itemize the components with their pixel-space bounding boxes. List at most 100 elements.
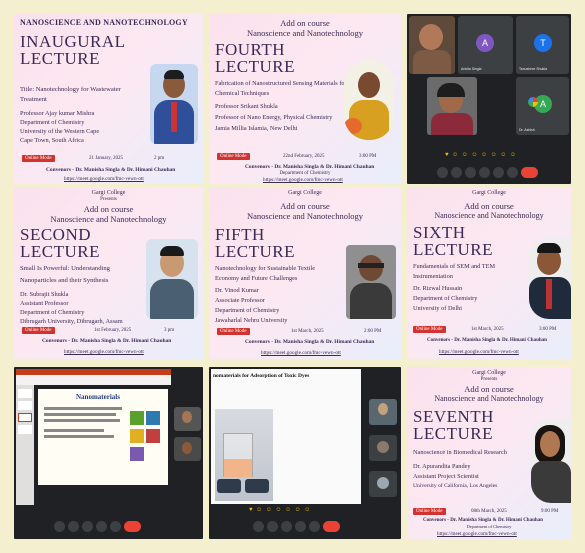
reaction-bar[interactable]: ♥ ☺ ☺ ☺ ☺ ☺ ☺ <box>249 507 311 513</box>
participant-video <box>369 471 397 497</box>
more-button[interactable] <box>309 521 320 532</box>
mic-button[interactable] <box>437 167 448 178</box>
college-name: Gargi College <box>91 190 126 196</box>
camera-button[interactable] <box>68 521 79 532</box>
speaker-photo <box>346 245 396 319</box>
video-tile-1 <box>409 16 455 74</box>
present-button[interactable] <box>493 167 504 178</box>
presentation-screen-share: Nanomaterials <box>14 367 203 539</box>
mode-chip: Online Mode <box>22 327 55 334</box>
captions-button[interactable] <box>82 521 93 532</box>
speaker-dept: Department of Chemistry <box>20 309 85 316</box>
talk-title-2: Chemical Techniques <box>215 90 270 97</box>
convenors: Convenors - Dr. Manisha Singla & Dr. Him… <box>245 339 375 345</box>
lecture-title-line2: LECTURE <box>215 57 295 76</box>
course-name: Nanoscience and Nanotechnology <box>434 211 544 220</box>
course-name: Nanoscience and Nanotechnology <box>434 394 544 403</box>
speaker-univ: Jawaharlal Nehru University <box>215 317 288 324</box>
talk-title: Small Is Powerful: Understanding <box>20 265 110 272</box>
video-tile-4 <box>427 77 477 135</box>
convenors: Convenors - Dr. Manisha Singla & Dr. Him… <box>245 164 375 170</box>
video-tile-5: A Dr. Ashish <box>516 77 569 135</box>
inaugural-lecture-poster: NANOSCIENCE AND NANOTECHNOLOGY INAUGURAL… <box>14 14 203 184</box>
mode-chip: Online Mode <box>217 153 250 160</box>
more-button[interactable] <box>110 521 121 532</box>
college-name: Gargi College <box>472 190 506 196</box>
event-time: 3 pm <box>164 328 175 333</box>
speaker-name: Professor Srikant Shukla <box>215 103 278 110</box>
speaker-dept: Department of Chemistry <box>20 119 85 126</box>
mic-button[interactable] <box>253 521 264 532</box>
meet-link[interactable]: https://meet.google.com/fmc-vewn-ott <box>439 349 519 355</box>
meet-gallery-view: A Ankita Singla T Tanushree Shukla A Dr.… <box>407 14 571 184</box>
camera-button[interactable] <box>267 521 278 532</box>
course-name: Nanoscience and Nanotechnology <box>246 28 364 38</box>
talk-title: Nanotechnology for Sustainable Textile <box>215 265 315 272</box>
event-time: 3:00 PM <box>359 154 377 159</box>
lab-photo <box>215 409 273 501</box>
talk-title: Fundamentals of SEM and TEM <box>413 263 496 270</box>
speaker-univ: Dibrugarh University, Dibrugarh, Assam <box>20 318 123 325</box>
convenors: Convenors - Dr. Manisha Singla & Dr. Him… <box>46 167 176 173</box>
slide-canvas: Nanomaterials <box>38 389 168 485</box>
speaker-photo <box>529 237 571 319</box>
speaker-name: Dr. Subrajit Shukla <box>20 291 69 298</box>
addon-label: Add on course <box>280 18 330 28</box>
dept-label: Department of Chemistry <box>279 171 331 176</box>
participant-name: Dr. Ashish <box>519 128 535 132</box>
presents-label: Presents <box>100 197 117 202</box>
meet-link[interactable]: https://meet.google.com/fmc-vewn-ott <box>261 350 341 356</box>
speaker-role: Assistant Project Scientist <box>413 473 479 480</box>
talk-title-2: Nanoparticles and their Synthesis <box>20 277 109 284</box>
participant-name: Tanushree Shukla <box>519 67 548 71</box>
meet-link[interactable]: https://meet.google.com/fmc-vewn-ott <box>64 349 144 355</box>
speaker-role: Associate Professor <box>215 297 265 304</box>
speaker-name: Professor Ajay kumar Mishra <box>20 110 95 117</box>
convenors: Convenors - Dr. Manisha Singla & Dr. Him… <box>423 518 543 523</box>
meet-link[interactable]: https://meet.google.com/fmc-vewn-ott <box>263 177 343 183</box>
captions-button[interactable] <box>281 521 292 532</box>
leave-call-button[interactable] <box>521 167 538 178</box>
talk-title-2: Economy and Future Challenges <box>215 275 298 282</box>
college-name: Gargi College <box>472 370 506 376</box>
talk-title: Fabrication of Nanostructured Sensing Ma… <box>215 80 347 87</box>
addon-label: Add on course <box>280 201 330 211</box>
ppt-toolbar[interactable] <box>16 375 171 385</box>
speaker-role: Assistant Professor <box>20 300 69 307</box>
meet-link[interactable]: https://meet.google.com/fmc-vewn-ott <box>64 176 144 182</box>
camera-button[interactable] <box>451 167 462 178</box>
sixth-lecture-poster: Gargi College Add on course Nanoscience … <box>407 187 571 359</box>
poster-header: NANOSCIENCE AND NANOTECHNOLOGY <box>20 18 188 27</box>
leave-call-button[interactable] <box>124 521 141 532</box>
present-button[interactable] <box>96 521 107 532</box>
course-name: Nanoscience and Nanotechnology <box>50 214 167 224</box>
talk-title-2: Treatment <box>20 96 47 103</box>
reaction-bar[interactable]: ♥ ☺ ☺ ☺ ☺ ☺ ☺ ☺ <box>445 152 517 158</box>
mic-button[interactable] <box>54 521 65 532</box>
participant-avatar: A <box>476 34 494 52</box>
addon-label: Add on course <box>464 384 514 394</box>
leave-call-button[interactable] <box>323 521 340 532</box>
more-button[interactable] <box>507 167 518 178</box>
talk-title-2: Instrumentation <box>413 273 453 280</box>
speaker-photo <box>150 64 198 144</box>
speaker-dept: Department of Chemistry <box>215 307 280 314</box>
participant-video <box>174 437 201 461</box>
captions-button[interactable] <box>465 167 476 178</box>
emoji-button[interactable] <box>479 167 490 178</box>
event-date: 1st March, 2025 <box>291 329 324 334</box>
lecture-title-line2: LECTURE <box>413 424 493 443</box>
present-button[interactable] <box>295 521 306 532</box>
speaker-dept: Department of Chemistry <box>413 295 478 302</box>
speaker-photo <box>146 239 198 319</box>
video-tile-2: A Ankita Singla <box>458 16 513 74</box>
mode-chip: Online Mode <box>217 328 250 335</box>
participant-video <box>369 435 397 461</box>
speaker-photo <box>531 419 571 503</box>
meet-link[interactable]: https://meet.google.com/fmc-vewn-ott <box>437 531 517 537</box>
slide-thumbnails[interactable] <box>16 385 34 505</box>
dept-label: Department of Chemistry <box>466 524 512 529</box>
participant-avatar: T <box>534 34 552 52</box>
presents-label: Presents <box>480 377 498 382</box>
fourth-lecture-poster: Add on course Nanoscience and Nanotechno… <box>209 14 401 184</box>
